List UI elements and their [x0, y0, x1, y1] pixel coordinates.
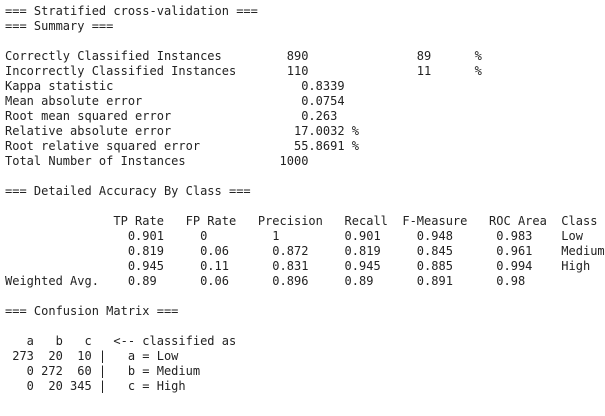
summary-total-line: Total Number of Instances 1000 [5, 154, 309, 168]
confusion-matrix-row-high: 0 20 345 | c = High [5, 379, 186, 393]
classifier-output-pane[interactable]: === Stratified cross-validation === === … [0, 0, 605, 416]
summary-mae-line: Mean absolute error 0.0754 [5, 94, 345, 108]
section-header-cross-validation: === Stratified cross-validation === [5, 4, 258, 18]
section-header-confusion-matrix: === Confusion Matrix === [5, 304, 179, 318]
accuracy-row-medium: 0.819 0.06 0.872 0.819 0.845 0.961 Mediu… [5, 244, 605, 258]
confusion-matrix-header: a b c <-- classified as [5, 334, 237, 348]
accuracy-row-low: 0.901 0 1 0.901 0.948 0.983 Low [5, 229, 583, 243]
confusion-matrix-row-medium: 0 272 60 | b = Medium [5, 364, 201, 378]
summary-incorrect-line: Incorrectly Classified Instances 110 11 … [5, 64, 482, 78]
accuracy-table-header: TP Rate FP Rate Precision Recall F-Measu… [5, 214, 598, 228]
accuracy-row-weighted-avg: Weighted Avg. 0.89 0.06 0.896 0.89 0.891… [5, 274, 526, 288]
accuracy-row-high: 0.945 0.11 0.831 0.945 0.885 0.994 High [5, 259, 591, 273]
summary-rmse-line: Root mean squared error 0.263 [5, 109, 338, 123]
section-header-accuracy-by-class: === Detailed Accuracy By Class === [5, 184, 251, 198]
confusion-matrix-row-low: 273 20 10 | a = Low [5, 349, 179, 363]
summary-kappa-line: Kappa statistic 0.8339 [5, 79, 345, 93]
summary-rae-line: Relative absolute error 17.0032 % [5, 124, 360, 138]
summary-rrse-line: Root relative squared error 55.8691 % [5, 139, 360, 153]
summary-correct-line: Correctly Classified Instances 890 89 % [5, 49, 482, 63]
section-header-summary: === Summary === [5, 19, 114, 33]
